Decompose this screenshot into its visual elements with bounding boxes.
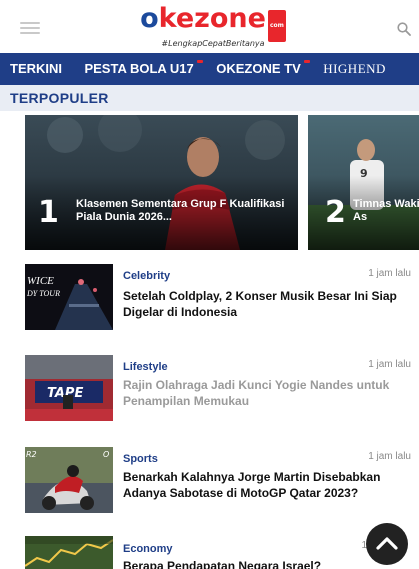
nav-item-label: TERKINI (10, 61, 62, 76)
article-item[interactable]: Economy 1 Berapa Pendapatan Negara Israe… (0, 536, 419, 569)
section-header: TERPOPULER (0, 85, 419, 111)
article-thumbnail: WICE DY TOUR (25, 264, 113, 330)
logo-text-zone: zone (194, 3, 266, 34)
nav-item-label: OKEZONE TV (216, 61, 301, 76)
nav-item-terkini[interactable]: TERKINI (0, 53, 62, 85)
chevron-up-icon (376, 537, 398, 550)
nav-item-okezone-tv[interactable]: OKEZONE TV (206, 53, 310, 85)
logo-badge: com (267, 10, 286, 42)
okezone-logo[interactable]: okezone com #LengkapCepatBeritanya (133, 3, 293, 48)
article-thumbnail: TAPE (25, 355, 113, 421)
article-title[interactable]: Setelah Coldplay, 2 Konser Musik Besar I… (123, 288, 409, 320)
article-category[interactable]: Sports (123, 453, 158, 465)
article-time: 1 jam lalu (368, 268, 411, 279)
article-thumbnail (25, 536, 113, 569)
article-time: 1 jam lalu (368, 451, 411, 462)
hamburger-menu-icon[interactable] (20, 22, 40, 34)
article-category[interactable]: Economy (123, 543, 173, 555)
article-title[interactable]: Rajin Olahraga Jadi Kunci Yogie Nandes u… (123, 377, 409, 409)
article-thumbnail: R2 O (25, 447, 113, 513)
svg-text:R2: R2 (26, 450, 37, 459)
search-icon[interactable] (397, 22, 411, 36)
category-nav: TERKINI PESTA BOLA U17 OKEZONE TV HIGHEN… (0, 53, 419, 85)
rank-number: 1 (38, 195, 59, 230)
svg-text:WICE: WICE (27, 275, 54, 287)
article-title[interactable]: Benarkah Kalahnya Jorge Martin Disebabka… (123, 469, 409, 501)
slide-title: Klasemen Sementara Grup F Kualifikasi Pi… (76, 198, 285, 223)
article-item[interactable]: TAPE Lifestyle 1 jam lalu Rajin Olahraga… (0, 355, 419, 425)
slide-title: Timnas Wakil As (353, 198, 419, 223)
logo-text-ke: ke (158, 3, 195, 34)
article-time: 1 jam lalu (368, 359, 411, 370)
svg-text:O: O (103, 450, 109, 459)
nav-item-highend[interactable]: HIGHEND (313, 53, 386, 85)
nav-item-label: PESTA BOLA U17 (84, 61, 194, 76)
section-title: TERPOPULER (10, 90, 109, 106)
carousel-slide[interactable]: 1 Klasemen Sementara Grup F Kualifikasi … (25, 115, 298, 250)
logo-text-o: o (140, 3, 159, 34)
hot-indicator (303, 60, 310, 63)
nav-item-label: HIGHEND (323, 61, 386, 76)
article-item[interactable]: R2 O Sports 1 jam lalu Benarkah Kalahnya… (0, 447, 419, 517)
slide-image (25, 115, 298, 250)
article-category[interactable]: Lifestyle (123, 361, 168, 373)
scroll-to-top-button[interactable] (366, 523, 408, 565)
rank-number: 2 (325, 195, 346, 230)
article-category[interactable]: Celebrity (123, 270, 170, 282)
hot-indicator (196, 60, 203, 63)
carousel-slide[interactable]: 9 2 Timnas Wakil As (308, 115, 419, 250)
svg-text:DY TOUR: DY TOUR (26, 289, 60, 298)
top-header: okezone com #LengkapCepatBeritanya (0, 0, 419, 52)
article-title[interactable]: Berapa Pendapatan Negara Israel? (123, 558, 409, 569)
popular-carousel[interactable]: 1 Klasemen Sementara Grup F Kualifikasi … (0, 115, 419, 250)
nav-item-pesta-bola-u17[interactable]: PESTA BOLA U17 (74, 53, 203, 85)
article-item[interactable]: WICE DY TOUR Celebrity 1 jam lalu Setela… (0, 264, 419, 334)
